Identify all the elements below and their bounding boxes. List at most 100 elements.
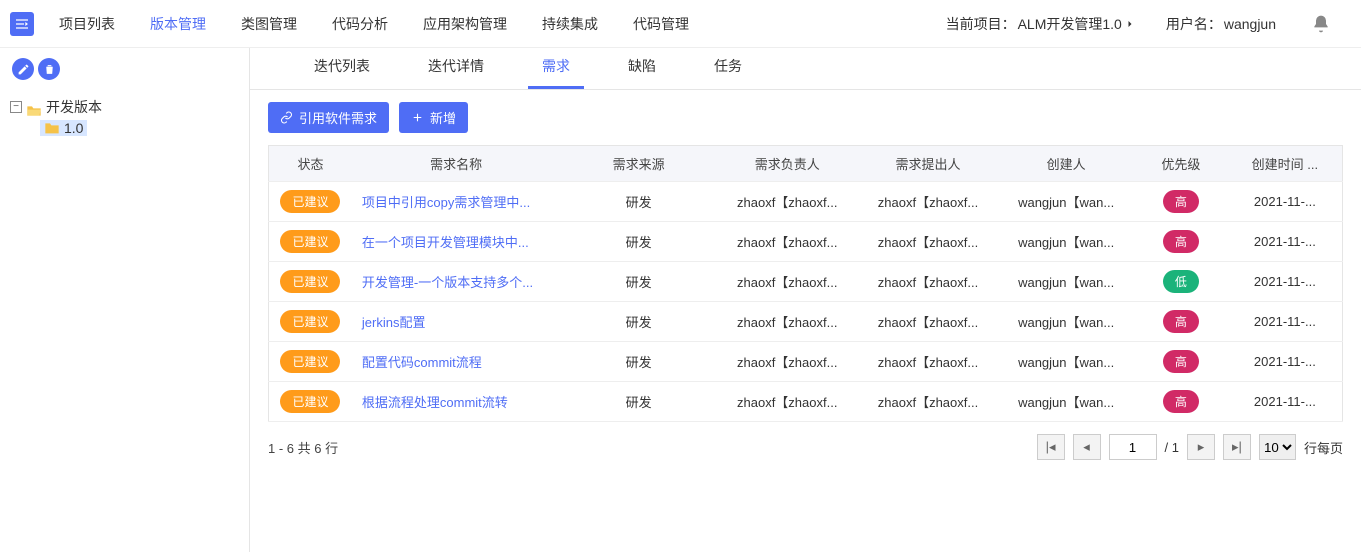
main-nav: 项目列表 版本管理 类图管理 代码分析 应用架构管理 持续集成 代码管理	[59, 14, 689, 34]
table-header-cell[interactable]: 需求负责人	[717, 146, 858, 182]
table-row: 已建议jerkins配置研发zhaoxf【zhaoxf...zhaoxf【zha…	[269, 302, 1343, 342]
toolbar: 引用软件需求 新增	[250, 90, 1361, 145]
cell-source: 研发	[560, 302, 716, 342]
nav-item[interactable]: 应用架构管理	[423, 14, 507, 34]
pager-summary: 1 - 6 共 6 行	[268, 438, 338, 457]
pager-next-icon[interactable]: ▸	[1187, 434, 1215, 460]
table-header-cell[interactable]: 需求来源	[560, 146, 716, 182]
table-header-row: 状态需求名称需求来源需求负责人需求提出人创建人优先级创建时间 ...	[269, 146, 1343, 182]
sub-tab[interactable]: 任务	[700, 56, 756, 89]
sub-tab[interactable]: 迭代列表	[300, 56, 384, 89]
cell-creator: wangjun【wan...	[998, 262, 1134, 302]
nav-item[interactable]: 持续集成	[542, 14, 598, 34]
priority-badge: 高	[1163, 230, 1199, 253]
tree-child-selected[interactable]: 1.0	[40, 120, 87, 136]
nav-item[interactable]: 代码管理	[633, 14, 689, 34]
tree-collapse-icon[interactable]: −	[10, 101, 22, 113]
pager-size-select[interactable]: 10	[1259, 434, 1296, 460]
table-header-cell[interactable]: 状态	[269, 146, 352, 182]
requirement-name-link[interactable]: 在一个项目开发管理模块中...	[352, 222, 561, 262]
cell-creator: wangjun【wan...	[998, 302, 1134, 342]
pager-prev-icon[interactable]: ◂	[1073, 434, 1101, 460]
tree-root[interactable]: − 开发版本	[10, 94, 249, 120]
cell-owner: zhaoxf【zhaoxf...	[717, 302, 858, 342]
table-row: 已建议项目中引用copy需求管理中...研发zhaoxf【zhaoxf...zh…	[269, 182, 1343, 222]
table-header-cell[interactable]: 需求名称	[352, 146, 561, 182]
cell-time: 2021-11-...	[1228, 342, 1343, 382]
status-badge: 已建议	[280, 350, 340, 373]
table-row: 已建议开发管理-一个版本支持多个...研发zhaoxf【zhaoxf...zha…	[269, 262, 1343, 302]
current-project-name[interactable]: ALM开发管理1.0	[1018, 14, 1122, 34]
status-badge: 已建议	[280, 390, 340, 413]
folder-icon	[44, 121, 60, 135]
requirement-name-link[interactable]: jerkins配置	[352, 302, 561, 342]
sub-tab[interactable]: 迭代详情	[414, 56, 498, 89]
status-badge: 已建议	[280, 230, 340, 253]
collapse-sidebar-icon[interactable]	[10, 12, 34, 36]
sub-tab[interactable]: 需求	[528, 56, 584, 89]
priority-badge: 低	[1163, 270, 1199, 293]
table-row: 已建议配置代码commit流程研发zhaoxf【zhaoxf...zhaoxf【…	[269, 342, 1343, 382]
username-label: 用户名：	[1166, 14, 1222, 34]
cell-owner: zhaoxf【zhaoxf...	[717, 342, 858, 382]
cell-time: 2021-11-...	[1228, 222, 1343, 262]
cell-proposer: zhaoxf【zhaoxf...	[858, 302, 999, 342]
cell-source: 研发	[560, 222, 716, 262]
cite-requirement-button[interactable]: 引用软件需求	[268, 102, 389, 133]
priority-badge: 高	[1163, 190, 1199, 213]
requirement-name-link[interactable]: 根据流程处理commit流转	[352, 382, 561, 422]
requirement-name-link[interactable]: 配置代码commit流程	[352, 342, 561, 382]
tree-child-label: 1.0	[64, 120, 83, 136]
cell-proposer: zhaoxf【zhaoxf...	[858, 222, 999, 262]
cell-owner: zhaoxf【zhaoxf...	[717, 222, 858, 262]
sub-tab[interactable]: 缺陷	[614, 56, 670, 89]
pager: 1 - 6 共 6 行 |◂ ◂ / 1 ▸ ▸| 10 行每页	[250, 422, 1361, 472]
chevron-right-icon[interactable]	[1124, 18, 1136, 30]
add-button[interactable]: 新增	[399, 102, 468, 133]
table-header-cell[interactable]: 优先级	[1134, 146, 1228, 182]
priority-badge: 高	[1163, 310, 1199, 333]
status-badge: 已建议	[280, 310, 340, 333]
cell-owner: zhaoxf【zhaoxf...	[717, 382, 858, 422]
cell-time: 2021-11-...	[1228, 262, 1343, 302]
cell-owner: zhaoxf【zhaoxf...	[717, 262, 858, 302]
nav-item[interactable]: 类图管理	[241, 14, 297, 34]
priority-badge: 高	[1163, 350, 1199, 373]
cell-owner: zhaoxf【zhaoxf...	[717, 182, 858, 222]
cite-label: 引用软件需求	[299, 108, 377, 127]
table-header-cell[interactable]: 需求提出人	[858, 146, 999, 182]
cell-time: 2021-11-...	[1228, 182, 1343, 222]
nav-item[interactable]: 版本管理	[150, 14, 206, 34]
tree-root-label: 开发版本	[46, 94, 102, 120]
pager-page-input[interactable]	[1109, 434, 1157, 460]
table-header-cell[interactable]: 创建人	[998, 146, 1134, 182]
cell-time: 2021-11-...	[1228, 302, 1343, 342]
current-project-label: 当前项目：	[946, 14, 1016, 34]
status-badge: 已建议	[280, 270, 340, 293]
requirements-table: 状态需求名称需求来源需求负责人需求提出人创建人优先级创建时间 ... 已建议项目…	[268, 145, 1343, 422]
delete-icon[interactable]	[38, 58, 60, 80]
edit-icon[interactable]	[12, 58, 34, 80]
nav-item[interactable]: 项目列表	[59, 14, 115, 34]
notification-bell-icon[interactable]	[1311, 14, 1331, 34]
cell-proposer: zhaoxf【zhaoxf...	[858, 182, 999, 222]
priority-badge: 高	[1163, 390, 1199, 413]
requirement-name-link[interactable]: 项目中引用copy需求管理中...	[352, 182, 561, 222]
requirement-name-link[interactable]: 开发管理-一个版本支持多个...	[352, 262, 561, 302]
cell-source: 研发	[560, 182, 716, 222]
cell-proposer: zhaoxf【zhaoxf...	[858, 262, 999, 302]
cell-proposer: zhaoxf【zhaoxf...	[858, 342, 999, 382]
table-row: 已建议根据流程处理commit流转研发zhaoxf【zhaoxf...zhaox…	[269, 382, 1343, 422]
username-value: wangjun	[1224, 16, 1276, 32]
sub-tabs: 迭代列表迭代详情需求缺陷任务	[250, 48, 1361, 90]
nav-item[interactable]: 代码分析	[332, 14, 388, 34]
status-badge: 已建议	[280, 190, 340, 213]
sidebar: − 开发版本 1.0	[0, 48, 250, 552]
cell-source: 研发	[560, 262, 716, 302]
topbar: 项目列表 版本管理 类图管理 代码分析 应用架构管理 持续集成 代码管理 当前项目： ALM…	[0, 0, 1361, 48]
cell-creator: wangjun【wan...	[998, 342, 1134, 382]
pager-last-icon[interactable]: ▸|	[1223, 434, 1251, 460]
cell-source: 研发	[560, 342, 716, 382]
table-header-cell[interactable]: 创建时间 ...	[1228, 146, 1343, 182]
pager-first-icon[interactable]: |◂	[1037, 434, 1065, 460]
